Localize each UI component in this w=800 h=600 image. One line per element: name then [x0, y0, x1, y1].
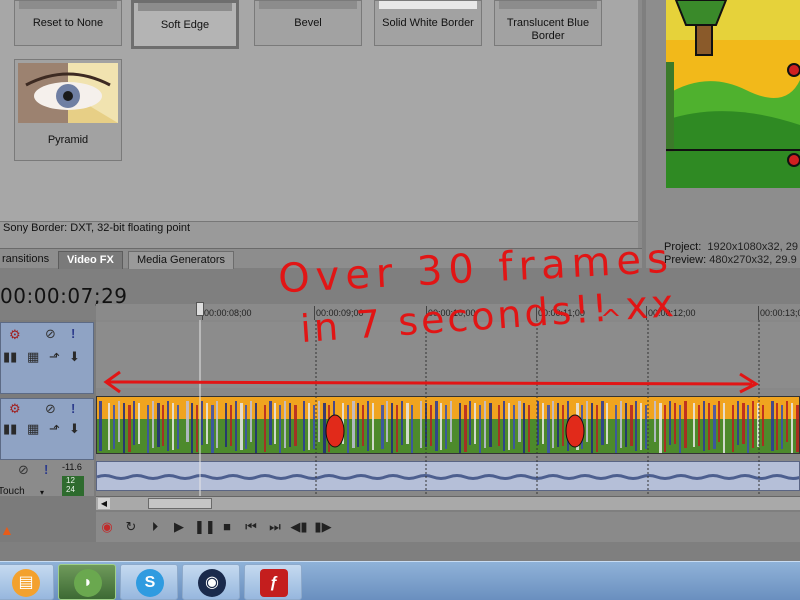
solo-icon[interactable]: !: [71, 326, 75, 341]
track-list-footer: ▲: [0, 496, 96, 542]
fx-preset-bevel[interactable]: Bevel: [254, 0, 362, 46]
tab-transitions[interactable]: ransitions: [0, 251, 57, 269]
fx-preset-grid: Reset to None Soft Edge Bevel Solid Whit…: [0, 0, 638, 222]
meter-value: 24: [66, 485, 75, 494]
preview-frame: [666, 0, 800, 188]
preset-label: Reset to None: [32, 17, 104, 29]
warning-icon: ▲: [0, 522, 14, 538]
taskbar-button[interactable]: ◗: [58, 564, 116, 600]
skype-icon: S: [136, 569, 164, 597]
fx-preset-reset-to-none[interactable]: Reset to None: [14, 0, 122, 46]
motion-icon[interactable]: ▮▮: [3, 349, 17, 365]
playhead-handle[interactable]: [196, 302, 204, 316]
fx-icon[interactable]: ▦: [27, 421, 39, 437]
preset-thumbnail: [379, 1, 477, 9]
preset-thumbnail: [499, 1, 597, 9]
eye-thumbnail: [18, 63, 118, 123]
scroll-thumb[interactable]: [148, 498, 212, 509]
composite-mode-icon[interactable]: ⬇: [69, 349, 80, 365]
project-value: 1920x1080x32, 29: [707, 241, 798, 253]
motion-icon[interactable]: ▮▮: [3, 421, 17, 437]
ruler-tick: 00:00:08;00: [202, 306, 252, 320]
fx-preset-soft-edge[interactable]: Soft Edge: [131, 0, 239, 49]
sony-vegas-icon: ◗: [74, 569, 102, 597]
solo-icon[interactable]: !: [44, 462, 48, 477]
taskbar-button[interactable]: S: [120, 564, 178, 600]
loop-icon[interactable]: ↻: [122, 518, 140, 536]
gear-icon[interactable]: ⚙: [9, 327, 21, 343]
timeline-horizontal-scrollbar[interactable]: ◀: [96, 496, 800, 510]
mute-icon[interactable]: ⊘: [45, 401, 56, 417]
video-track-header-2[interactable]: ⚙ ⊘ ! ▮▮ ▦ ⬏ ⬇: [0, 398, 94, 460]
webcam-icon: ◉: [198, 569, 226, 597]
preset-label: Translucent Blue Border: [506, 17, 590, 42]
audio-track-header[interactable]: ⊘ ! -11.6 Touch ▾ 12 24: [0, 460, 94, 500]
taskbar-button[interactable]: ▤: [0, 564, 54, 600]
flash-icon: ƒ: [260, 569, 288, 597]
preset-thumbnail: [19, 1, 117, 9]
ruler-tick: 00:00:13;0: [758, 306, 800, 320]
stop-icon[interactable]: ■: [218, 518, 236, 536]
track-headers: ⚙ ⊘ ! ▮▮ ▦ ⬏ ⬇ ⚙ ⊘ ! ▮▮ ▦ ⬏ ⬇ ⊘ ! -11.6 …: [0, 320, 96, 520]
ie-icon: ▤: [12, 569, 40, 597]
mute-icon[interactable]: ⊘: [45, 326, 56, 342]
composite-icon[interactable]: ⬏: [49, 421, 60, 437]
composite-mode-icon[interactable]: ⬇: [69, 421, 80, 437]
fx-preset-solid-white-border[interactable]: Solid White Border: [374, 0, 482, 46]
fx-preset-translucent-blue-border[interactable]: Translucent Blue Border: [494, 0, 602, 46]
preset-label: Solid White Border: [382, 17, 474, 29]
preset-label: Pyramid: [47, 134, 89, 146]
play-from-start-icon[interactable]: ⏵: [146, 518, 164, 536]
previous-frame-icon[interactable]: ◀▮: [290, 518, 308, 536]
annotation-arrow: [103, 370, 760, 394]
video-track-header-1[interactable]: ⚙ ⊘ ! ▮▮ ▦ ⬏ ⬇: [0, 322, 94, 394]
transport-bar: ◉ ↻ ⏵ ▶ ❚❚ ■ ⏮ ⏭ ◀▮ ▮▶: [96, 512, 800, 542]
ruler-gridlines: [199, 320, 760, 496]
preset-thumbnail: [259, 1, 357, 9]
audio-meter: 12 24: [62, 476, 84, 496]
go-to-end-icon[interactable]: ⏭: [266, 518, 284, 536]
taskbar-button[interactable]: ◉: [182, 564, 240, 600]
preview-info: Project: 1920x1080x32, 29 Preview: 480x2…: [664, 241, 798, 267]
pause-icon[interactable]: ❚❚: [194, 518, 216, 536]
play-icon[interactable]: ▶: [170, 518, 188, 536]
audio-level: -11.6: [62, 462, 82, 472]
fx-icon[interactable]: ▦: [27, 349, 39, 365]
preview-value: 480x270x32, 29.9: [709, 254, 797, 266]
solo-icon[interactable]: !: [71, 401, 75, 416]
go-to-start-icon[interactable]: ⏮: [242, 518, 260, 536]
preset-label: Bevel: [294, 17, 322, 29]
tab-media-generators[interactable]: Media Generators: [128, 251, 235, 269]
composite-icon[interactable]: ⬏: [49, 349, 60, 365]
mute-icon[interactable]: ⊘: [18, 462, 29, 478]
fx-status-text: Sony Border: DXT, 32-bit floating point: [3, 222, 191, 234]
preset-thumbnail: [138, 3, 232, 11]
meter-value: 12: [66, 476, 75, 485]
preset-label: Soft Edge: [160, 19, 210, 31]
annotation-face: ^: [600, 305, 622, 335]
taskbar-button[interactable]: ƒ: [244, 564, 302, 600]
tab-video-fx[interactable]: Video FX: [58, 251, 123, 269]
record-icon[interactable]: ◉: [98, 518, 116, 536]
fx-preset-pyramid[interactable]: Pyramid: [14, 59, 122, 161]
windows-taskbar: ▤ ◗ S ◉ ƒ: [0, 561, 800, 600]
gear-icon[interactable]: ⚙: [9, 401, 21, 417]
scroll-left-icon[interactable]: ◀: [98, 498, 110, 509]
next-frame-icon[interactable]: ▮▶: [314, 518, 332, 536]
